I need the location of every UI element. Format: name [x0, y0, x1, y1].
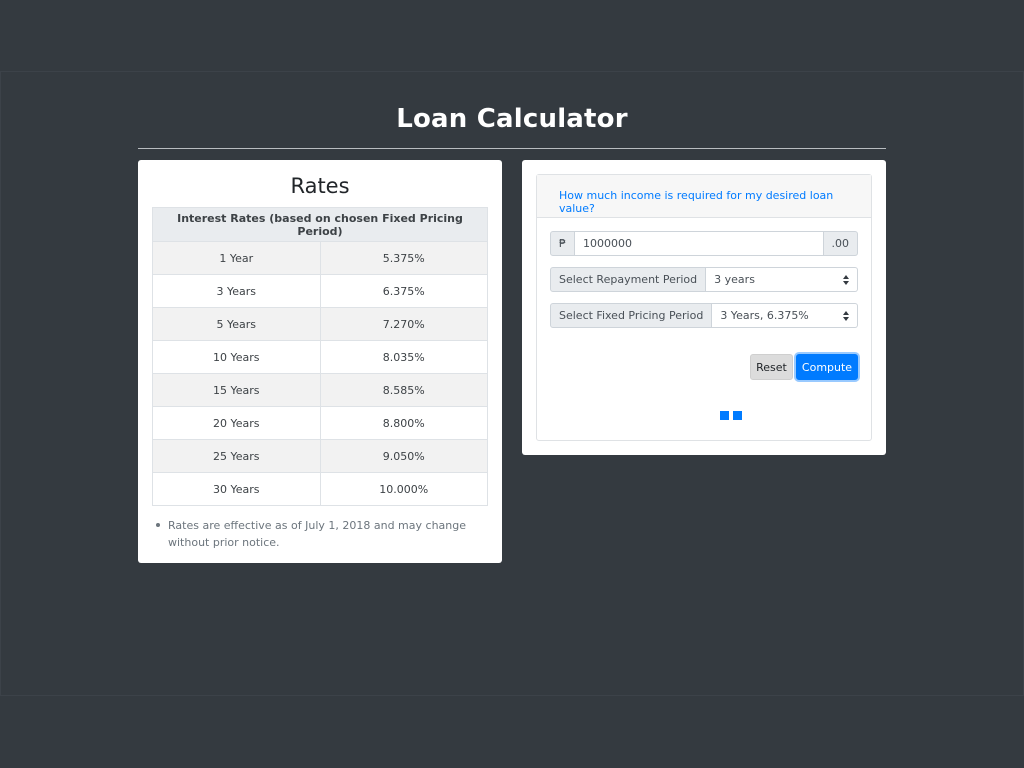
- rates-table: Interest Rates (based on chosen Fixed Pr…: [152, 207, 488, 506]
- rate-value: 8.035%: [319, 340, 488, 374]
- rates-card: Rates Interest Rates (based on chosen Fi…: [138, 160, 502, 563]
- rates-note: Rates are effective as of July 1, 2018 a…: [156, 517, 478, 551]
- table-row: 5 Years 7.270%: [152, 307, 488, 341]
- rate-period: 20 Years: [152, 406, 321, 440]
- rate-period: 15 Years: [152, 373, 321, 407]
- table-row: 25 Years 9.050%: [152, 439, 488, 473]
- rate-period: 30 Years: [152, 472, 321, 506]
- pricing-period-select[interactable]: 3 Years, 6.375%: [712, 303, 858, 328]
- table-row: 30 Years 10.000%: [152, 472, 488, 506]
- table-row: 1 Year 5.375%: [152, 241, 488, 275]
- rate-value: 6.375%: [319, 274, 488, 308]
- select-arrows-icon: [843, 275, 849, 285]
- repayment-period-value: 3 years: [714, 273, 755, 286]
- select-arrows-icon: [843, 311, 849, 321]
- compute-button[interactable]: Compute: [796, 354, 858, 380]
- page-title: Loan Calculator: [396, 104, 628, 134]
- rate-period: 5 Years: [152, 307, 321, 341]
- rate-value: 10.000%: [319, 472, 488, 506]
- bullet-icon: [156, 523, 160, 527]
- rate-period: 25 Years: [152, 439, 321, 473]
- loan-amount-input[interactable]: 1000000: [575, 231, 824, 256]
- peso-currency-icon: ₱: [550, 231, 575, 256]
- title-divider: [138, 148, 886, 149]
- table-row: 3 Years 6.375%: [152, 274, 488, 308]
- income-required-link[interactable]: How much income is required for my desir…: [559, 189, 871, 215]
- loading-indicator-icon: [720, 411, 729, 420]
- top-band: [0, 0, 1024, 72]
- rate-period: 3 Years: [152, 274, 321, 308]
- rate-value: 5.375%: [319, 241, 488, 275]
- reset-button[interactable]: Reset: [750, 354, 793, 380]
- pricing-period-label: Select Fixed Pricing Period: [550, 303, 713, 328]
- repayment-period-label: Select Repayment Period: [550, 267, 707, 292]
- repayment-period-group: Select Repayment Period 3 years: [550, 267, 858, 292]
- table-row: 10 Years 8.035%: [152, 340, 488, 374]
- table-row: 15 Years 8.585%: [152, 373, 488, 407]
- pricing-period-value: 3 Years, 6.375%: [720, 309, 809, 322]
- pricing-period-group: Select Fixed Pricing Period 3 Years, 6.3…: [550, 303, 858, 328]
- rate-value: 9.050%: [319, 439, 488, 473]
- rate-value: 7.270%: [319, 307, 488, 341]
- rate-period: 10 Years: [152, 340, 321, 374]
- rate-period: 1 Year: [152, 241, 321, 275]
- loan-amount-group: ₱ 1000000 .00: [550, 231, 858, 256]
- loading-indicator-icon: [733, 411, 742, 420]
- table-row: 20 Years 8.800%: [152, 406, 488, 440]
- rate-value: 8.800%: [319, 406, 488, 440]
- rate-value: 8.585%: [319, 373, 488, 407]
- rates-title: Rates: [290, 174, 350, 198]
- repayment-period-select[interactable]: 3 years: [706, 267, 858, 292]
- rates-note-text: Rates are effective as of July 1, 2018 a…: [168, 519, 467, 549]
- calculator-header: How much income is required for my desir…: [537, 175, 871, 218]
- decimal-suffix: .00: [823, 231, 858, 256]
- calculator-inner-card: How much income is required for my desir…: [536, 174, 872, 441]
- calculator-card: How much income is required for my desir…: [522, 160, 886, 455]
- rates-table-header: Interest Rates (based on chosen Fixed Pr…: [152, 207, 488, 242]
